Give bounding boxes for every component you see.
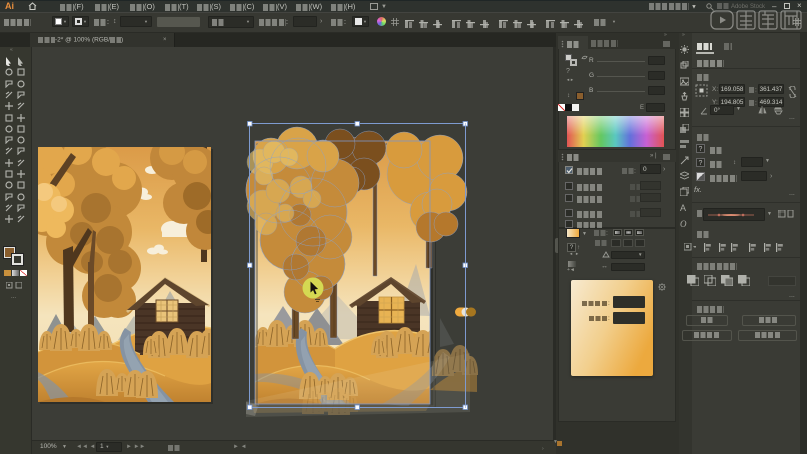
- svg-text:O: O: [680, 219, 687, 228]
- svg-text:A: A: [680, 203, 686, 212]
